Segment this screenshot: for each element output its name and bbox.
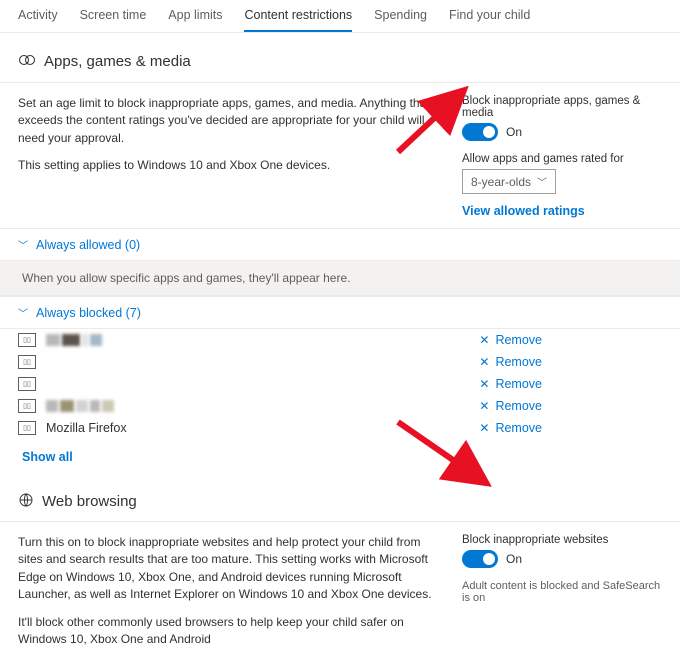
remove-link[interactable]: Remove (495, 377, 542, 391)
age-rating-value: 8-year-olds (471, 175, 531, 189)
list-item: ▯▯ ✕ Remove (0, 351, 680, 373)
list-item: ▯▯ Mozilla Firefox ✕ Remove (0, 417, 680, 439)
always-allowed-empty: When you allow specific apps and games, … (0, 261, 680, 296)
block-apps-toggle-state: On (506, 125, 522, 139)
close-icon[interactable]: ✕ (479, 377, 489, 391)
chevron-down-icon: ﹀ (537, 174, 547, 189)
web-desc2: It'll block other commonly used browsers… (18, 614, 442, 649)
tab-screen-time[interactable]: Screen time (80, 8, 147, 32)
app-name: Mozilla Firefox (46, 421, 469, 435)
app-icon: ▯▯ (18, 377, 36, 391)
always-allowed-header[interactable]: ﹀ Always allowed (0) (0, 228, 680, 261)
close-icon[interactable]: ✕ (479, 399, 489, 413)
always-allowed-label: Always allowed (0) (36, 238, 140, 252)
age-rating-label: Allow apps and games rated for (462, 153, 662, 165)
apps-media-desc1: Set an age limit to block inappropriate … (18, 95, 442, 147)
block-apps-label: Block inappropriate apps, games & media (462, 95, 662, 119)
block-websites-label: Block inappropriate websites (462, 534, 662, 546)
always-blocked-label: Always blocked (7) (36, 306, 141, 320)
settings-tabs: Activity Screen time App limits Content … (0, 0, 680, 33)
app-icon: ▯▯ (18, 355, 36, 369)
chevron-down-icon: ﹀ (18, 305, 28, 320)
list-item: ▯▯ ✕ Remove (0, 373, 680, 395)
tab-find-your-child[interactable]: Find your child (449, 8, 530, 32)
block-websites-toggle-state: On (506, 552, 522, 566)
apps-media-desc2: This setting applies to Windows 10 and X… (18, 157, 442, 174)
block-apps-toggle[interactable] (462, 123, 498, 141)
block-websites-toggle[interactable] (462, 550, 498, 568)
list-item: ▯▯ ✕ Remove (0, 329, 680, 351)
remove-link[interactable]: Remove (495, 399, 542, 413)
app-icon: ▯▯ (18, 421, 36, 435)
app-icon: ▯▯ (18, 399, 36, 413)
always-blocked-header[interactable]: ﹀ Always blocked (7) (0, 296, 680, 329)
globe-icon (18, 492, 34, 511)
remove-link[interactable]: Remove (495, 355, 542, 369)
web-desc1: Turn this on to block inappropriate webs… (18, 534, 442, 604)
tab-app-limits[interactable]: App limits (168, 8, 222, 32)
view-allowed-ratings-link[interactable]: View allowed ratings (462, 204, 662, 218)
chevron-down-icon: ﹀ (18, 237, 28, 252)
age-rating-select[interactable]: 8-year-olds ﹀ (462, 169, 556, 194)
section-web-browsing: Web browsing (0, 474, 680, 522)
close-icon[interactable]: ✕ (479, 355, 489, 369)
app-icon: ▯▯ (18, 333, 36, 347)
section-apps-games-media: Apps, games & media (0, 33, 680, 83)
apps-media-description: Set an age limit to block inappropriate … (18, 95, 442, 218)
remove-link[interactable]: Remove (495, 333, 542, 347)
close-icon[interactable]: ✕ (479, 333, 489, 347)
app-name (46, 334, 469, 346)
remove-link[interactable]: Remove (495, 421, 542, 435)
list-item: ▯▯ ✕ Remove (0, 395, 680, 417)
app-name (46, 400, 469, 412)
web-description: Turn this on to block inappropriate webs… (18, 534, 442, 658)
apps-icon (18, 51, 36, 72)
web-safesearch-note: Adult content is blocked and SafeSearch … (462, 580, 662, 604)
tab-spending[interactable]: Spending (374, 8, 427, 32)
blocked-list: ▯▯ ✕ Remove ▯▯ ✕ Remove ▯▯ ✕ Remove ▯▯ ✕ Remove ▯▯ Mo… (0, 329, 680, 439)
web-browsing-title: Web browsing (42, 493, 137, 510)
close-icon[interactable]: ✕ (479, 421, 489, 435)
tab-activity[interactable]: Activity (18, 8, 58, 32)
tab-content-restrictions[interactable]: Content restrictions (244, 8, 352, 32)
show-all-link[interactable]: Show all (22, 450, 73, 464)
apps-media-title: Apps, games & media (44, 53, 191, 70)
